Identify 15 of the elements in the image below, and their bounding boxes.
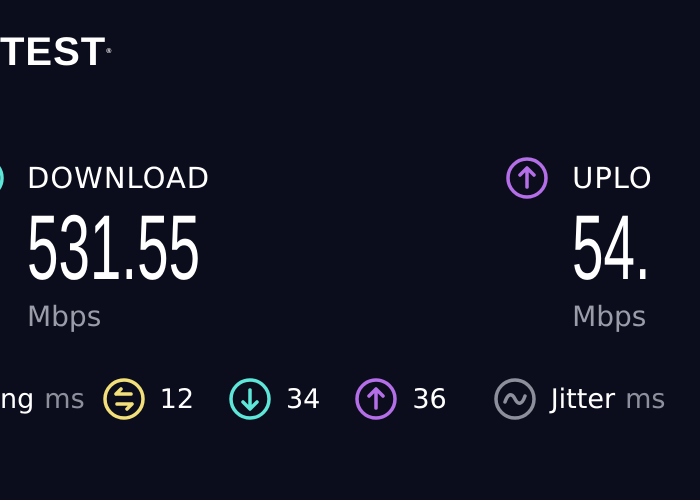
unit-label: ms [625, 384, 666, 414]
result-label: UPLO [572, 161, 653, 195]
ping-label: ng [0, 384, 34, 414]
jitter-label: Jitter [550, 384, 616, 414]
latency-value: 12 [160, 384, 194, 414]
unit-label: Mbps [572, 300, 646, 333]
unit-label: ms [44, 384, 85, 414]
latency-value: 36 [412, 384, 447, 414]
speed-value: 54. [572, 208, 651, 288]
latency-value: 34 [286, 384, 320, 414]
result-label: DOWNLOAD [27, 161, 210, 195]
speed-value: 531.55 [27, 208, 200, 288]
unit-label: Mbps [27, 300, 102, 333]
logo: TEST$^{®}$ [0, 30, 112, 74]
wave-icon [492, 377, 537, 421]
